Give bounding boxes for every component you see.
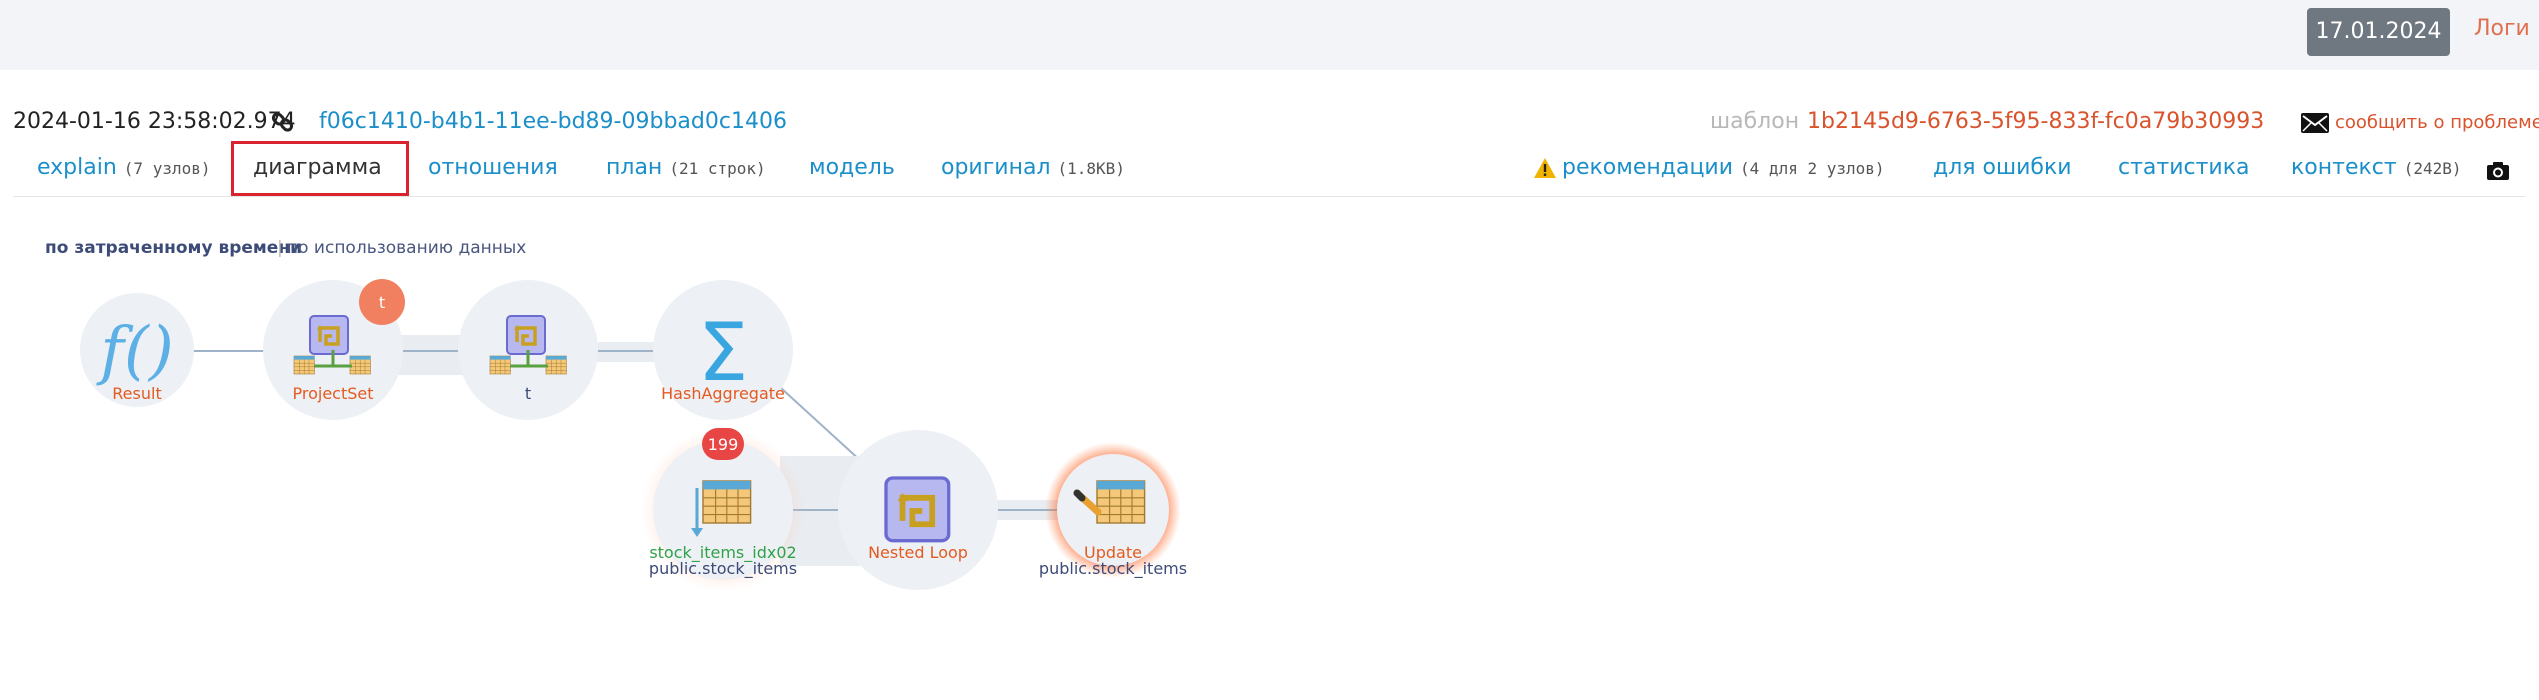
node-t-label[interactable]: t	[525, 384, 531, 403]
node-nested-loop	[838, 430, 998, 590]
svg-text:f(): f()	[96, 314, 174, 388]
node-projectset-label[interactable]: ProjectSet	[292, 384, 373, 403]
node-index-badge: 199	[702, 428, 744, 460]
node-index-sublabel[interactable]: public.stock_items	[649, 559, 797, 578]
node-hashaggregate-label[interactable]: HashAggregate	[661, 384, 785, 403]
plan-diagram: f() Σ	[80, 280, 1181, 592]
node-result-label[interactable]: Result	[112, 384, 161, 403]
node-projectset-badge: t	[359, 279, 405, 325]
node-nested-loop-label[interactable]: Nested Loop	[868, 543, 968, 562]
node-update-sublabel[interactable]: public.stock_items	[1039, 559, 1187, 578]
